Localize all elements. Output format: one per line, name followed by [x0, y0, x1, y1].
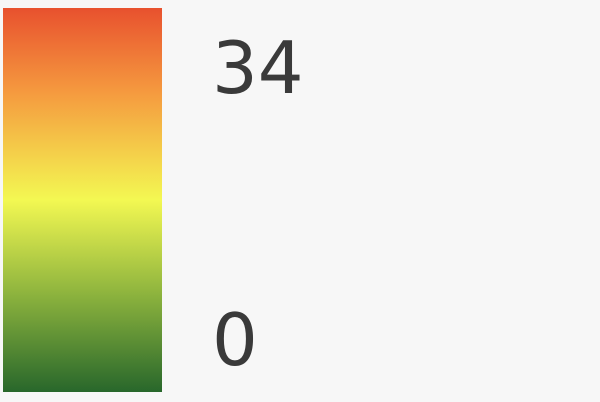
legend-min-label: 0 [212, 298, 258, 382]
color-scale-legend: 34 0 [0, 0, 600, 402]
gradient-color-bar [3, 8, 162, 392]
legend-max-label: 34 [212, 26, 304, 110]
